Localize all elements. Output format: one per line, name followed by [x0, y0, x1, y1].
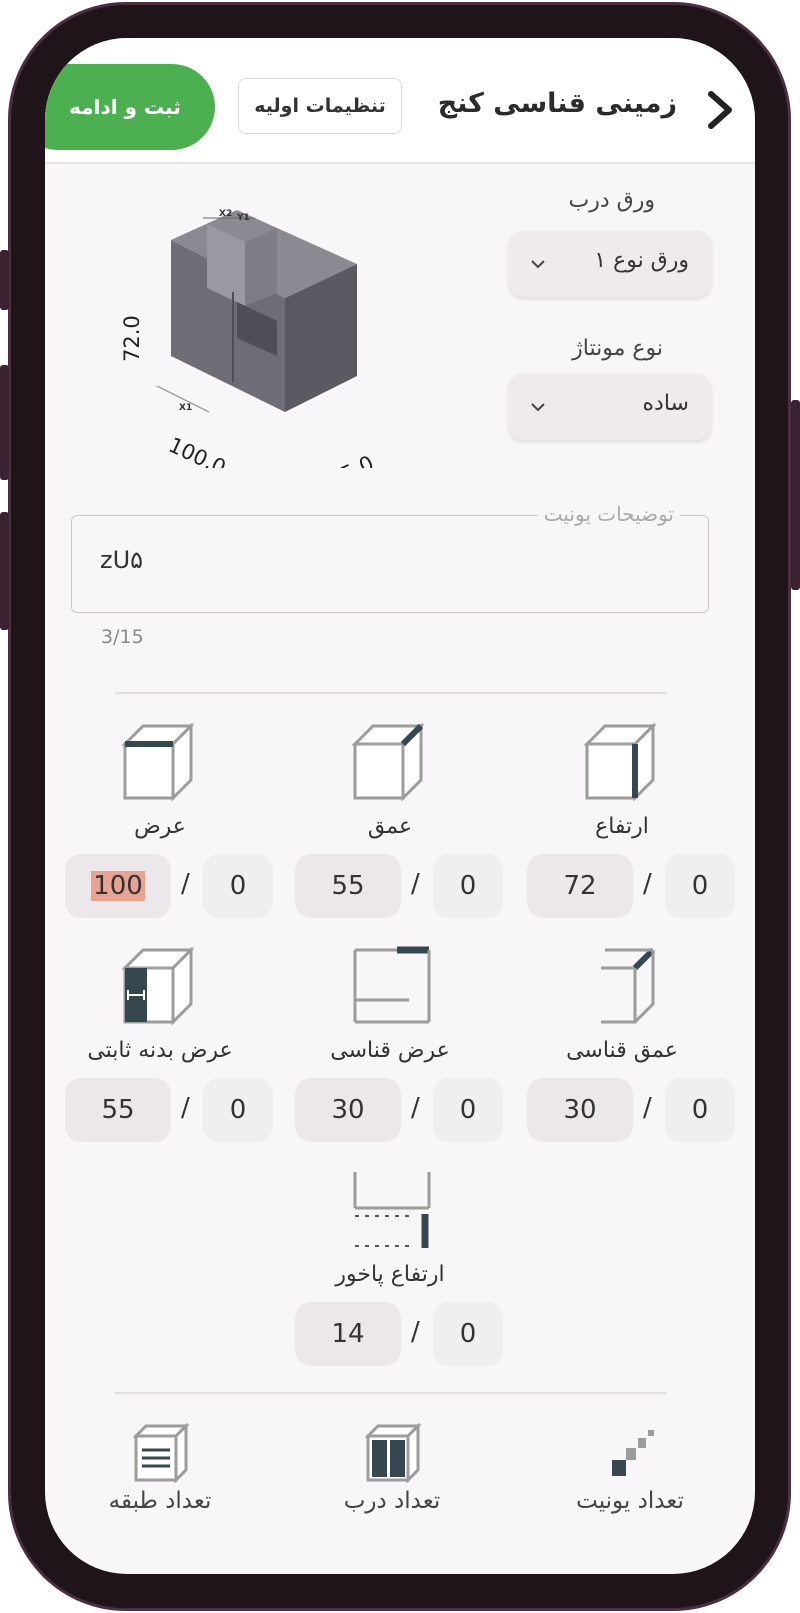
unit-description-field[interactable]: توضیحات یونیت zU۵ — [71, 502, 709, 613]
dimension-offset-input[interactable]: 0 — [433, 1078, 503, 1142]
separator: / — [643, 869, 652, 899]
unit-description-label: توضیحات یونیت — [537, 502, 680, 526]
chevron-down-icon — [531, 403, 545, 412]
fixed-body-width-icon — [121, 946, 195, 1026]
separator: / — [643, 1093, 652, 1123]
assembly-type-select[interactable]: ساده — [509, 374, 711, 440]
height-icon — [583, 722, 657, 802]
nav-label: تعداد درب — [343, 1488, 441, 1514]
dimension-value-input[interactable]: 30 — [295, 1078, 401, 1142]
nav-label: تعداد یونیت — [576, 1488, 684, 1514]
phone-side-button — [791, 400, 800, 590]
unit-description-value: zU۵ — [100, 546, 144, 574]
dimension-label: عرض قناسی — [330, 1038, 450, 1063]
nav-door-count[interactable]: تعداد درب — [307, 1406, 477, 1526]
height-dimension-label: 72.0 — [120, 315, 144, 362]
page-title: زمینی قناسی کنج — [437, 88, 677, 119]
dimension-label: ارتفاع پاخور — [335, 1262, 445, 1287]
door-sheet-label: ورق درب — [568, 188, 655, 213]
width-icon — [121, 722, 195, 802]
app-header: زمینی قناسی کنج تنظیمات اولیه ثبت و ادام… — [45, 38, 755, 164]
dimension-label: عمق — [367, 814, 413, 839]
dimension-offset-input[interactable]: 0 — [433, 854, 503, 918]
separator: / — [181, 869, 190, 899]
depth-dimension-label: 55.0 — [325, 451, 378, 468]
app-screen: زمینی قناسی کنج تنظیمات اولیه ثبت و ادام… — [45, 38, 755, 1574]
phone-side-button — [0, 512, 9, 630]
dimension-offset-input[interactable]: 0 — [433, 1302, 503, 1366]
plinth-height-icon — [353, 1172, 431, 1248]
unit-count-icon — [612, 1430, 654, 1476]
divider — [115, 692, 667, 694]
divider — [115, 1392, 667, 1394]
dimension-value-input[interactable]: 30 — [527, 1078, 633, 1142]
door-sheet-select[interactable]: ورق نوع ۱ — [509, 231, 711, 297]
separator: / — [411, 869, 420, 899]
dimension-value-input[interactable]: 72 — [527, 854, 633, 918]
dimension-value-input[interactable]: 55 — [295, 854, 401, 918]
dimension-label: عرض بدنه ثابتی — [87, 1038, 233, 1063]
dimension-offset-input[interactable]: 0 — [665, 1078, 735, 1142]
shelf-count-icon — [132, 1422, 190, 1484]
phone-side-button — [0, 250, 9, 310]
corner-width-icon — [353, 946, 431, 1024]
dimension-label: عمق قناسی — [566, 1038, 678, 1063]
chevron-down-icon — [531, 260, 545, 269]
dimension-value-input[interactable]: 55 — [65, 1078, 171, 1142]
assembly-type-value: ساده — [642, 391, 689, 416]
nav-label: تعداد طبقه — [108, 1488, 212, 1514]
save-continue-button[interactable]: ثبت و ادامه — [45, 64, 215, 150]
door-sheet-value: ورق نوع ۱ — [594, 248, 689, 273]
separator: / — [411, 1093, 420, 1123]
dimension-label: عرض — [134, 814, 186, 839]
phone-side-button — [0, 365, 9, 480]
nav-unit-count[interactable]: تعداد یونیت — [545, 1406, 715, 1526]
separator: / — [411, 1317, 420, 1347]
depth-icon — [351, 722, 425, 802]
separator: / — [181, 1093, 190, 1123]
cabinet-3d-preview: X2 Y1 X1 72.0 100.0 55.0 — [120, 209, 378, 468]
dimension-value-input[interactable]: 14 — [295, 1302, 401, 1366]
width-dimension-label: 100.0 — [165, 433, 230, 468]
dimension-value-input[interactable]: 100 — [65, 854, 171, 918]
dimension-offset-input[interactable]: 0 — [203, 1078, 273, 1142]
initial-settings-button[interactable]: تنظیمات اولیه — [238, 78, 402, 134]
character-counter: 3/15 — [101, 626, 144, 648]
marker-x2: X2 — [219, 209, 232, 219]
chevron-right-icon[interactable] — [697, 88, 741, 132]
dimension-label: ارتفاع — [595, 814, 649, 839]
corner-depth-icon — [601, 947, 656, 1024]
marker-x1: X1 — [179, 403, 192, 413]
marker-y1: Y1 — [236, 213, 250, 223]
dimension-offset-input[interactable]: 0 — [665, 854, 735, 918]
dimension-offset-input[interactable]: 0 — [203, 854, 273, 918]
assembly-type-label: نوع مونتاژ — [572, 336, 663, 361]
door-count-icon — [364, 1422, 422, 1484]
nav-shelf-count[interactable]: تعداد طبقه — [75, 1406, 245, 1526]
